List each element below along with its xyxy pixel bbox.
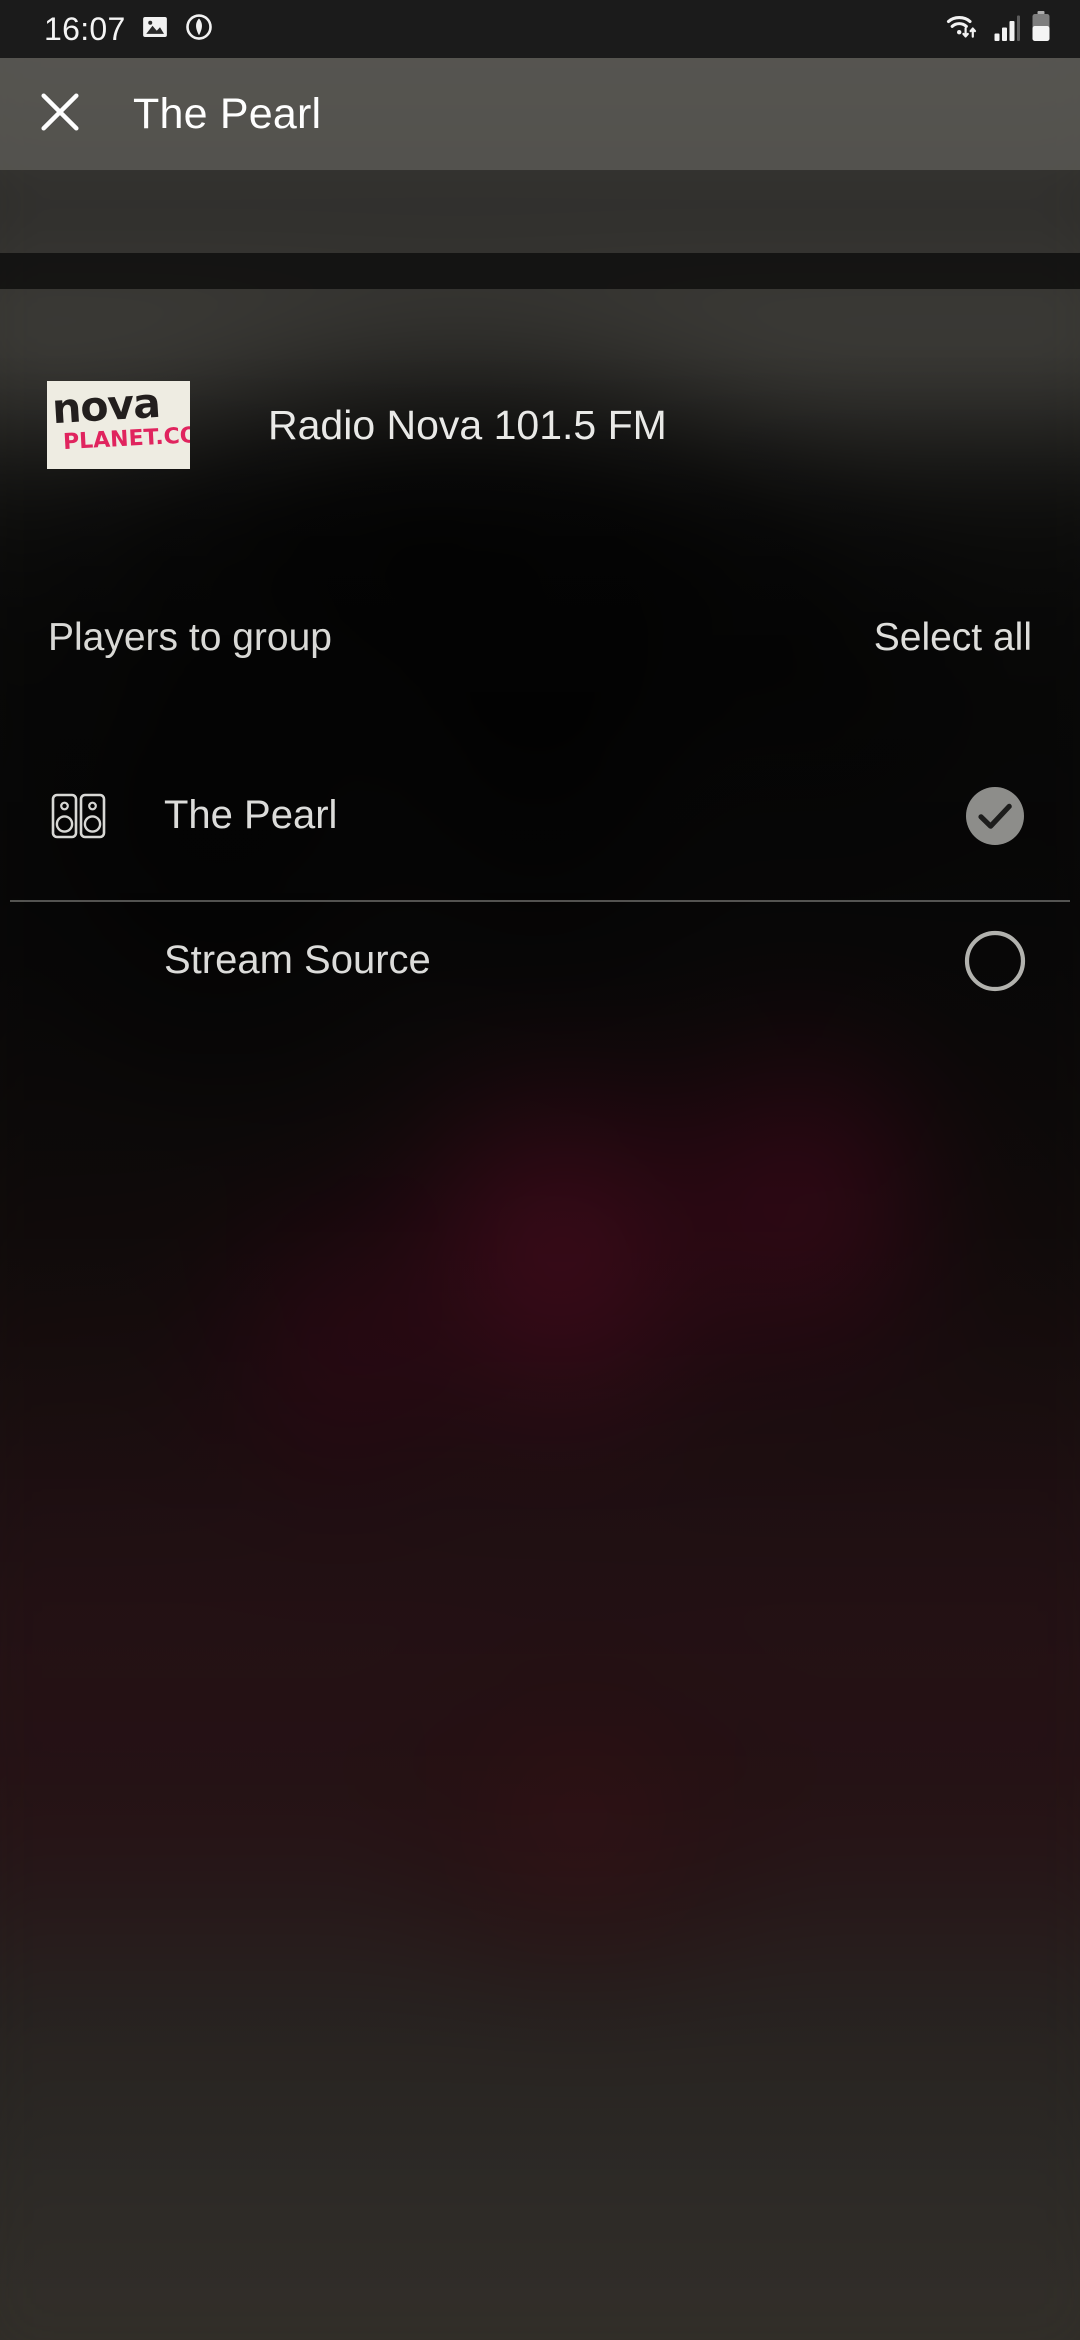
- station-name: Radio Nova 101.5 FM: [268, 401, 667, 448]
- stereo-speakers-icon: [48, 785, 110, 847]
- checkbox-checked-icon[interactable]: [962, 783, 1028, 849]
- close-button[interactable]: [14, 68, 106, 160]
- backdrop-scrim: [0, 0, 1080, 2340]
- status-bar: 16:07: [0, 0, 1080, 58]
- player-name: Stream Source: [164, 938, 431, 982]
- status-bar-right: [944, 10, 1052, 49]
- status-bar-clock: 16:07: [44, 10, 126, 47]
- app-bar: The Pearl: [0, 58, 1080, 170]
- app-screen: 16:07 The Pearl nova PLANET.COM Radio No…: [0, 0, 1080, 2340]
- list-divider: [10, 900, 1070, 902]
- player-row-stream-source[interactable]: Stream Source: [0, 903, 1080, 1018]
- close-icon: [32, 84, 88, 145]
- image-icon: [140, 12, 170, 47]
- players-to-group-label: Players to group: [48, 615, 332, 659]
- cellular-signal-icon: [993, 11, 1021, 48]
- radio-nova-logo: nova PLANET.COM: [47, 381, 190, 469]
- player-row-the-pearl[interactable]: The Pearl: [0, 758, 1080, 873]
- checkbox-unchecked-icon[interactable]: [962, 928, 1028, 994]
- now-playing-row[interactable]: nova PLANET.COM Radio Nova 101.5 FM: [0, 375, 1080, 475]
- battery-icon: [1030, 10, 1052, 49]
- player-name: The Pearl: [164, 793, 338, 837]
- app-bar-shadow-strip: [0, 253, 1080, 289]
- group-section-header: Players to group Select all: [0, 600, 1080, 675]
- location-icon: [184, 12, 214, 47]
- page-title: The Pearl: [133, 89, 322, 138]
- status-bar-left: 16:07: [44, 11, 214, 48]
- wifi-icon: [944, 10, 984, 49]
- select-all-button[interactable]: Select all: [874, 616, 1032, 660]
